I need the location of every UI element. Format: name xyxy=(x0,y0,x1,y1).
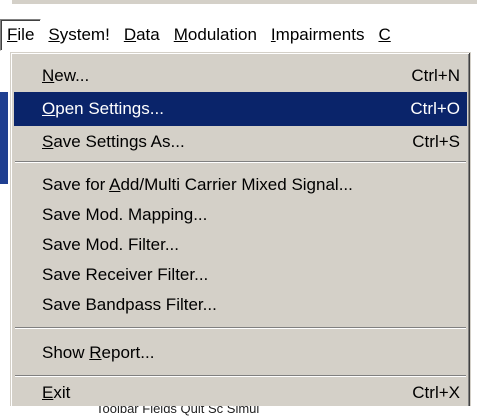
menu-separator xyxy=(15,327,466,329)
menu-item-save-mod-filter[interactable]: Save Mod. Filter... xyxy=(14,228,467,262)
menu-data[interactable]: Data xyxy=(117,20,167,50)
background-content-fragment: Toolbar Fields Quit Sc Simul xyxy=(0,406,477,417)
menu-item-label: Show Report... xyxy=(42,343,155,362)
menu-item-save-multi-carrier[interactable]: Save for Add/Multi Carrier Mixed Signal.… xyxy=(14,168,467,202)
menu-item-label: New... xyxy=(42,66,90,85)
menu-item-label: Save Mod. Filter... xyxy=(42,235,179,254)
background-toolbar-text: Toolbar Fields Quit Sc Simul xyxy=(96,406,260,416)
menu-modulation[interactable]: Modulation xyxy=(167,20,264,50)
menu-bar-row: File System! Data Modulation Impairments… xyxy=(0,19,477,51)
menu-item-shortcut: Ctrl+S xyxy=(412,132,460,151)
menu-separator xyxy=(15,161,466,163)
menu-item-label: Open Settings... xyxy=(42,99,164,118)
menu-item-new[interactable]: New... Ctrl+N xyxy=(14,59,467,93)
menu-item-shortcut: Ctrl+X xyxy=(412,383,460,402)
menu-file[interactable]: File xyxy=(0,19,42,51)
menu-item-shortcut: Ctrl+N xyxy=(411,66,460,85)
file-menu-dropdown: New... Ctrl+N Open Settings... Ctrl+O Sa… xyxy=(10,52,471,410)
menu-item-save-bandpass-filter[interactable]: Save Bandpass Filter... xyxy=(14,288,467,322)
menu-item-exit[interactable]: Exit Ctrl+X xyxy=(14,376,467,410)
menu-item-label: Save Mod. Mapping... xyxy=(42,205,208,224)
menu-item-save-settings-as[interactable]: Save Settings As... Ctrl+S xyxy=(14,125,467,159)
menu-system[interactable]: System! xyxy=(41,20,116,50)
menu-item-label: Exit xyxy=(42,383,71,402)
menu-item-label: Save for Add/Multi Carrier Mixed Signal.… xyxy=(42,175,353,194)
menu-item-save-receiver-filter[interactable]: Save Receiver Filter... xyxy=(14,258,467,292)
menu-impairments[interactable]: Impairments xyxy=(264,20,372,50)
menu-item-label: Save Settings As... xyxy=(42,132,185,151)
menu-item-save-mod-mapping[interactable]: Save Mod. Mapping... xyxy=(14,198,467,232)
menu-item-open-settings[interactable]: Open Settings... Ctrl+O xyxy=(14,92,467,126)
menu-item-show-report[interactable]: Show Report... xyxy=(14,336,467,370)
menu-truncated[interactable]: C xyxy=(371,20,397,50)
menu-item-shortcut: Ctrl+O xyxy=(410,99,460,118)
background-panel-fragment xyxy=(0,92,8,184)
menu-bar: File System! Data Modulation Impairments… xyxy=(0,4,477,54)
menu-item-label: Save Bandpass Filter... xyxy=(42,295,217,314)
menu-item-label: Save Receiver Filter... xyxy=(42,265,209,284)
